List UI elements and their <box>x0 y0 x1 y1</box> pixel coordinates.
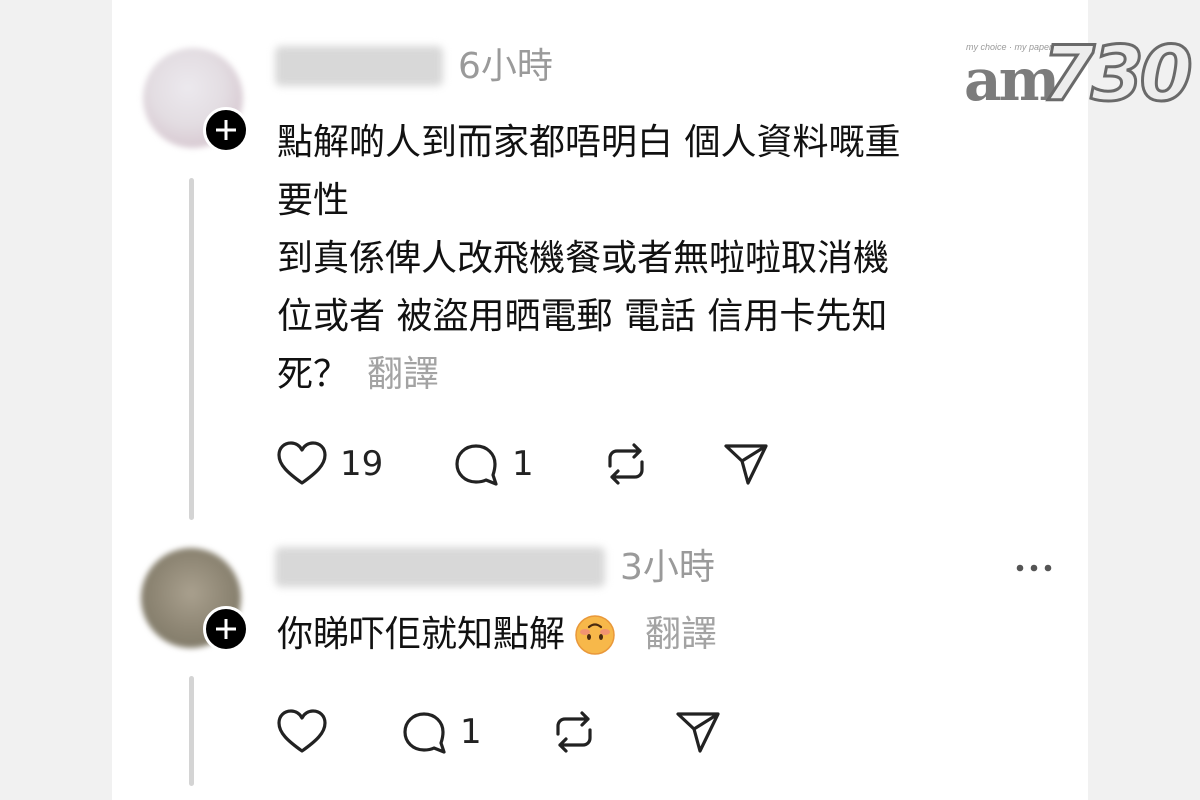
logo-730: 730 <box>1041 29 1195 118</box>
share-button[interactable] <box>722 440 770 488</box>
send-icon <box>724 444 768 485</box>
reply-button[interactable]: 1 <box>400 708 550 756</box>
send-icon <box>676 712 720 753</box>
more-dots-icon[interactable] <box>1014 558 1054 578</box>
comment-line: 要性 <box>277 180 350 221</box>
timestamp: 3小時 <box>620 547 715 588</box>
am730-logo: my choice · my paper am 730 <box>962 32 1194 115</box>
speech-bubble-icon <box>403 712 446 754</box>
repost-icon <box>556 711 592 753</box>
comment-text: 點解啲人到而家都唔明白 個人資料嘅重 要性 到真係俾人改飛機餐或者無啦啦取消機 … <box>277 114 1037 404</box>
translate-link[interactable]: 翻譯 <box>645 606 717 664</box>
thread-line <box>189 178 194 520</box>
comment-line: 到真係俾人改飛機餐或者無啦啦取消機 <box>277 238 890 279</box>
like-count: 19 <box>340 444 384 484</box>
upside-down-face-emoji <box>575 615 615 655</box>
comment-line: 點解啲人到而家都唔明白 個人資料嘅重 <box>277 122 901 163</box>
action-bar: 1 <box>276 708 722 756</box>
action-bar: 19 1 <box>276 440 770 488</box>
follow-plus-icon[interactable] <box>203 606 249 652</box>
username-blurred[interactable] <box>275 547 605 587</box>
reply-count: 1 <box>512 444 534 484</box>
reply-count: 1 <box>460 712 482 752</box>
follow-plus-icon[interactable] <box>203 107 249 153</box>
like-button[interactable] <box>276 708 400 756</box>
heart-icon <box>277 709 327 753</box>
repost-button[interactable] <box>550 708 674 756</box>
repost-button[interactable] <box>602 440 722 488</box>
comment-text: 你睇吓佢就知點解 翻譯 <box>277 606 717 664</box>
timestamp: 6小時 <box>458 46 553 87</box>
repost-icon <box>608 443 644 485</box>
translate-link[interactable]: 翻譯 <box>367 354 439 395</box>
reply-button[interactable]: 1 <box>452 440 602 488</box>
comment-line: 位或者 被盜用晒電郵 電話 信用卡先知 <box>277 296 888 337</box>
comment-line-last: 死？ 翻譯 <box>277 346 1037 404</box>
speech-bubble-icon <box>455 444 498 486</box>
thread-line <box>189 676 194 786</box>
like-button[interactable]: 19 <box>276 440 452 488</box>
share-button[interactable] <box>674 708 722 756</box>
comment-line: 死？ <box>277 354 350 395</box>
username-blurred[interactable] <box>275 46 443 86</box>
comment-line: 你睇吓佢就知點解 <box>277 614 566 655</box>
heart-icon <box>277 441 327 485</box>
